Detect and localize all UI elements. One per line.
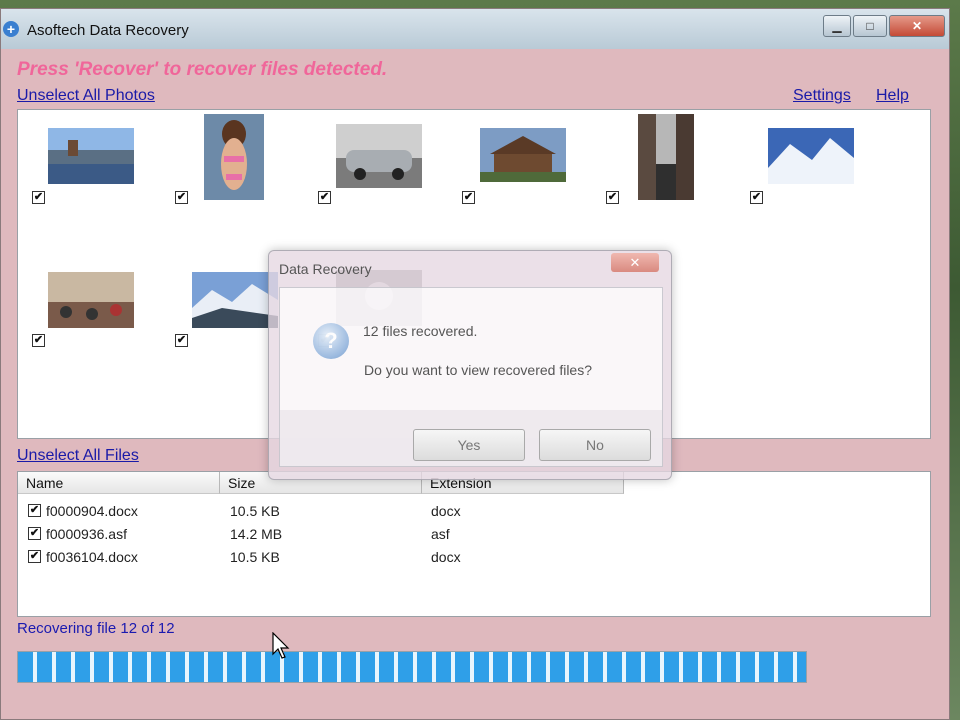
window-title: Asoftech Data Recovery [27,22,189,39]
instruction-message: Press 'Recover' to recover files detecte… [17,59,388,80]
unselect-all-files-link[interactable]: Unselect All Files [17,447,139,465]
file-checkbox[interactable]: ✔ [28,527,41,540]
photo-thumbnail[interactable] [48,272,134,328]
settings-link[interactable]: Settings [793,87,851,105]
help-link[interactable]: Help [876,87,909,105]
minimize-button[interactable]: ▁ [823,15,851,37]
photo-thumbnail[interactable] [638,114,694,200]
question-icon: ? [313,323,349,359]
file-extension: docx [431,549,461,565]
no-button[interactable]: No [539,429,651,461]
table-row[interactable]: ✔ f0036104.docx 10.5 KB docx [18,546,930,568]
maximize-button[interactable]: □ [853,15,887,37]
photo-checkbox[interactable]: ✔ [175,191,188,204]
photo-thumbnail[interactable] [204,114,264,200]
file-checkbox[interactable]: ✔ [28,550,41,563]
progress-fill [18,652,806,682]
table-row[interactable]: ✔ f0000936.asf 14.2 MB asf [18,523,930,545]
dialog-title: Data Recovery [279,261,372,277]
photo-thumbnail[interactable] [192,272,278,328]
photo-checkbox[interactable]: ✔ [750,191,763,204]
photo-thumbnail[interactable] [336,124,422,188]
recovery-status: Recovering file 12 of 12 [17,620,175,637]
yes-button[interactable]: Yes [413,429,525,461]
dialog-message-question: Do you want to view recovered files? [364,362,592,378]
files-table: Name Size Extension ✔ f0000904.docx 10.5… [17,471,931,617]
file-size: 10.5 KB [230,549,280,565]
photo-thumbnail[interactable] [48,128,134,184]
file-extension: docx [431,503,461,519]
file-checkbox[interactable]: ✔ [28,504,41,517]
file-size: 10.5 KB [230,503,280,519]
file-name: f0000936.asf [46,526,127,542]
title-bar[interactable]: + Asoftech Data Recovery ▁ □ ✕ [1,9,949,49]
file-extension: asf [431,526,450,542]
unselect-all-photos-link[interactable]: Unselect All Photos [17,87,155,105]
photo-checkbox[interactable]: ✔ [606,191,619,204]
recovery-progress-bar [17,651,807,683]
table-row[interactable]: ✔ f0000904.docx 10.5 KB docx [18,500,930,522]
file-name: f0000904.docx [46,503,138,519]
app-icon: + [3,21,19,37]
mouse-cursor-icon [272,631,292,663]
close-button[interactable]: ✕ [889,15,945,37]
column-header-name[interactable]: Name [18,472,220,494]
dialog-close-button[interactable]: ✕ [611,253,659,272]
photo-checkbox[interactable]: ✔ [32,334,45,347]
photo-checkbox[interactable]: ✔ [318,191,331,204]
photo-checkbox[interactable]: ✔ [32,191,45,204]
file-name: f0036104.docx [46,549,138,565]
photo-thumbnail[interactable] [768,128,854,184]
file-size: 14.2 MB [230,526,283,542]
dialog-message-count: 12 files recovered. [363,323,478,339]
recovery-dialog: Data Recovery ✕ ? 12 files recovered. Do… [268,250,672,480]
photo-checkbox[interactable]: ✔ [175,334,188,347]
photo-thumbnail[interactable] [480,128,566,182]
photo-checkbox[interactable]: ✔ [462,191,475,204]
